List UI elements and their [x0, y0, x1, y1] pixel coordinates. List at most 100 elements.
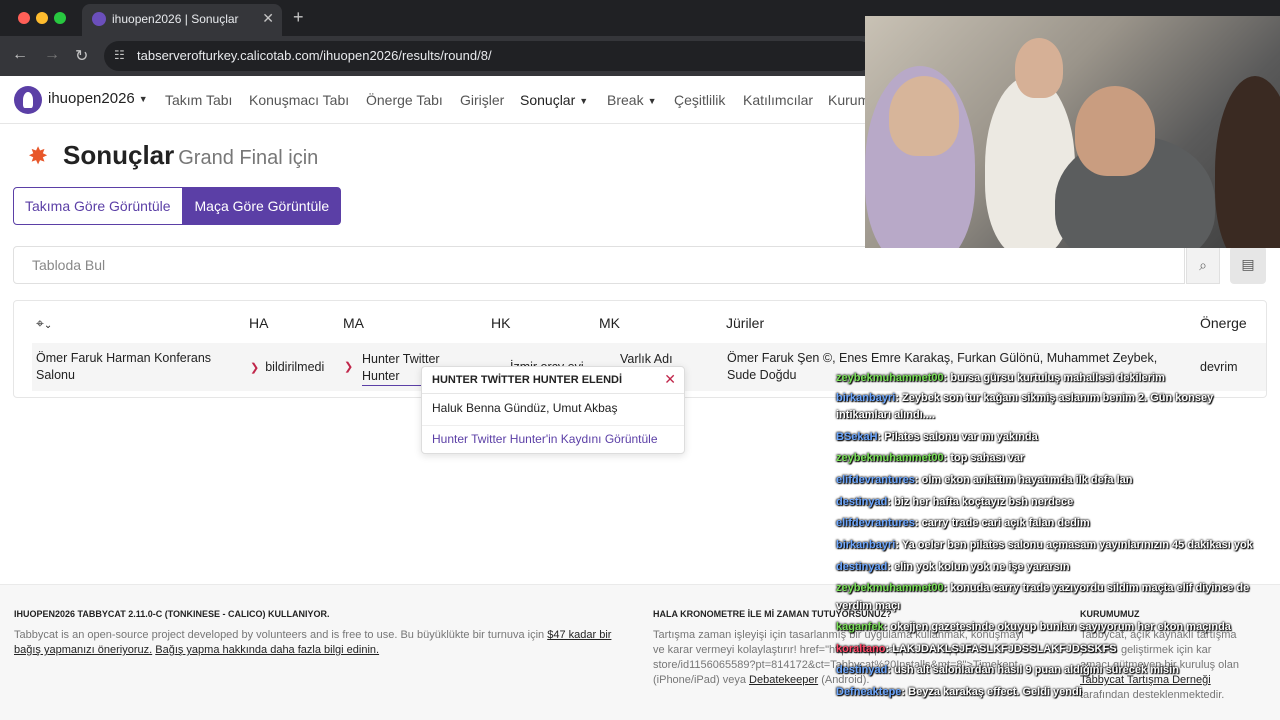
ha-team[interactable]: bildirilmedi	[265, 360, 324, 374]
chevron-down-icon: ▼	[647, 96, 657, 107]
new-tab-icon[interactable]: +	[293, 7, 304, 28]
popover-members: Haluk Benna Gündüz, Umut Akbaş	[432, 401, 618, 415]
divider	[422, 393, 684, 394]
view-team-record-link[interactable]: Hunter Twitter Hunter'in Kaydını Görüntü…	[432, 432, 658, 446]
nav-diversity[interactable]: Çeşitlilik	[674, 92, 725, 108]
chat-text: : top sahası var	[943, 452, 1025, 464]
url-text: tabserverofturkey.calicotab.com/ihuopen2…	[137, 48, 492, 63]
chat-message: zeybekmuhammet00: konuda carry trade yaz…	[836, 582, 1249, 595]
chat-username: elifdevrantures	[836, 474, 915, 486]
footer-col3-title: KURUMUMUZ	[1080, 609, 1140, 619]
nav-speaker-tab[interactable]: Konuşmacı Tabı	[249, 92, 349, 108]
close-tab-icon[interactable]: ✕	[262, 10, 274, 27]
chat-message: zeybekmuhammet00: top sahası var	[836, 452, 1024, 465]
forward-icon[interactable]: →	[44, 46, 60, 64]
header-motion[interactable]: Önerge	[1200, 315, 1247, 331]
reload-icon[interactable]: ↻	[75, 46, 88, 66]
chat-username: destinyad	[836, 496, 888, 508]
chat-text: : Beyza karakaş effect. Geldi yendi	[901, 686, 1082, 698]
brand-label: ihuopen2026	[48, 90, 135, 107]
header-hk[interactable]: HK	[491, 315, 510, 331]
chevron-down-icon: ❯	[250, 362, 260, 374]
site-favicon-icon	[92, 12, 106, 26]
webcam-face	[889, 76, 959, 156]
close-icon[interactable]: ✕	[664, 371, 676, 388]
nav-results-label: Sonuçlar	[520, 92, 576, 108]
footer-col2-text: Tartışma zaman işleyişi için tasarlanmış…	[653, 628, 1053, 688]
search-icon[interactable]: ⌕	[1186, 246, 1220, 284]
motion-cell[interactable]: devrim	[1200, 359, 1238, 376]
footer-col1-title: IHUOPEN2026 TABBYCAT 2.11.0-C (TONKINESE…	[14, 609, 330, 619]
nav-entries[interactable]: Girişler	[460, 92, 504, 108]
chat-text: : elin yok kolun yok ne işe yararsın	[887, 561, 1070, 573]
chat-text: : biz her hafta koçtayız bsh nerdece	[887, 496, 1074, 508]
header-juries[interactable]: Jüriler	[726, 315, 764, 331]
venue-cell: Ömer Faruk Harman Konferans Salonu	[36, 351, 212, 382]
chat-text: : konuda carry trade yazıyordu sildim ma…	[943, 582, 1250, 594]
header-mk[interactable]: MK	[599, 315, 620, 331]
chat-text: : Pilates salonu var mı yakında	[877, 431, 1038, 443]
nav-motion-tab[interactable]: Önerge Tabı	[366, 92, 443, 108]
footer-col3-line: tarafından desteklenmektedir.	[1080, 689, 1225, 701]
chat-message: destinyad: elin yok kolun yok ne işe yar…	[836, 561, 1070, 574]
chat-message: verdim maçı	[836, 600, 900, 613]
webcam-face	[1015, 38, 1063, 98]
minimize-window-icon[interactable]	[36, 12, 48, 24]
chat-username: birkanbayri	[836, 539, 896, 551]
chat-message: kaganfek: okejjen gazetesinde okuyup bun…	[836, 621, 1231, 634]
debatekeeper-link[interactable]: Debatekeeper	[749, 674, 818, 686]
nav-participants[interactable]: Katılımcılar	[743, 92, 813, 108]
chat-username: birkanbayri	[836, 392, 896, 404]
chat-username: zeybekmuhammet00	[836, 372, 944, 384]
chat-text: : olm ekon anlattım hayatımda ilk defa l…	[914, 474, 1133, 486]
table-search-input[interactable]: Tabloda Bul	[13, 246, 1185, 284]
clipboard-icon[interactable]: ▤	[1230, 246, 1266, 284]
header-ha[interactable]: HA	[249, 315, 268, 331]
chat-text: : okejjen gazetesinde okuyup bunları say…	[883, 621, 1231, 633]
tabbycat-logo-icon[interactable]	[14, 86, 42, 114]
nav-results[interactable]: Sonuçlar ▼	[520, 92, 588, 108]
chat-username: zeybekmuhammet00	[836, 582, 944, 594]
header-ma[interactable]: MA	[343, 315, 364, 331]
webcam-person	[1215, 76, 1280, 248]
ha-cell: ❯ bildirilmedi	[250, 359, 324, 377]
venue-sort-header[interactable]: ⌖⌄	[36, 315, 52, 332]
footer-col2-text-part: (iPhone/iPad) veya	[653, 674, 746, 686]
page-subtitle: Grand Final için	[178, 147, 319, 169]
chat-message: destinyad: ush alt salonlardan hasıl 9 p…	[836, 664, 1179, 677]
donation-info-link[interactable]: Bağış yapma hakkında daha fazla bilgi ed…	[155, 644, 379, 656]
location-icon: ⌖	[36, 315, 44, 331]
footer-col1-text: Tabbycat is an open-source project devel…	[14, 628, 624, 658]
chat-message: destinyad: biz her hafta koçtayız bsh ne…	[836, 496, 1073, 509]
nav-team-tab[interactable]: Takım Tabı	[165, 92, 232, 108]
browser-tab[interactable]: ihuopen2026 | Sonuçlar ✕	[82, 4, 282, 36]
maximize-window-icon[interactable]	[54, 12, 66, 24]
brand-dropdown[interactable]: ihuopen2026 ▼	[48, 90, 148, 107]
view-by-team-button[interactable]: Takıma Göre Görüntüle	[13, 187, 183, 225]
chat-message: koraltano: LAKJDAKLSJFASLKFJDSSLAKFJDSSK…	[836, 643, 1117, 656]
chat-message: intikamları alındı....	[836, 409, 935, 422]
chat-username: kaganfek	[836, 621, 884, 633]
view-by-match-button[interactable]: Maça Göre Görüntüle	[182, 187, 342, 225]
sort-icon: ⌄	[43, 320, 53, 331]
nav-break[interactable]: Break ▼	[607, 92, 657, 108]
chat-message: Defneaktepe: Beyza karakaş effect. Geldi…	[836, 686, 1082, 699]
address-bar[interactable]: ☷ tabserverofturkey.calicotab.com/ihuope…	[104, 41, 874, 71]
chat-username: destinyad	[836, 664, 888, 676]
chat-text: verdim maçı	[836, 600, 901, 612]
chat-message: BSekaH: Pilates salonu var mı yakında	[836, 431, 1038, 444]
back-icon[interactable]: ←	[12, 46, 28, 64]
close-window-icon[interactable]	[18, 12, 30, 24]
chat-text: : bursa gürsu kurtuluş mahallesi dekiler…	[943, 372, 1165, 384]
chevron-down-icon: ❯	[344, 361, 354, 373]
chat-text: : Ya oeler ben pilates salonu açmasam ya…	[895, 539, 1253, 551]
nav-institutions[interactable]: Kurum	[828, 92, 869, 108]
footer-col1-body: Tabbycat is an open-source project devel…	[14, 629, 545, 641]
chat-message: elifdevrantures: olm ekon anlattım hayat…	[836, 474, 1133, 487]
chat-message: birkanbayri: Zeybek son tur kağanı sikmi…	[836, 392, 1213, 405]
chevron-down-icon: ▼	[579, 96, 589, 107]
divider	[422, 425, 684, 426]
team-popover: HUNTER TWİTTER HUNTER ELENDİ ✕ Haluk Ben…	[421, 366, 685, 454]
page-title-text: Sonuçlar	[63, 140, 175, 170]
site-settings-icon[interactable]: ☷	[114, 48, 128, 62]
